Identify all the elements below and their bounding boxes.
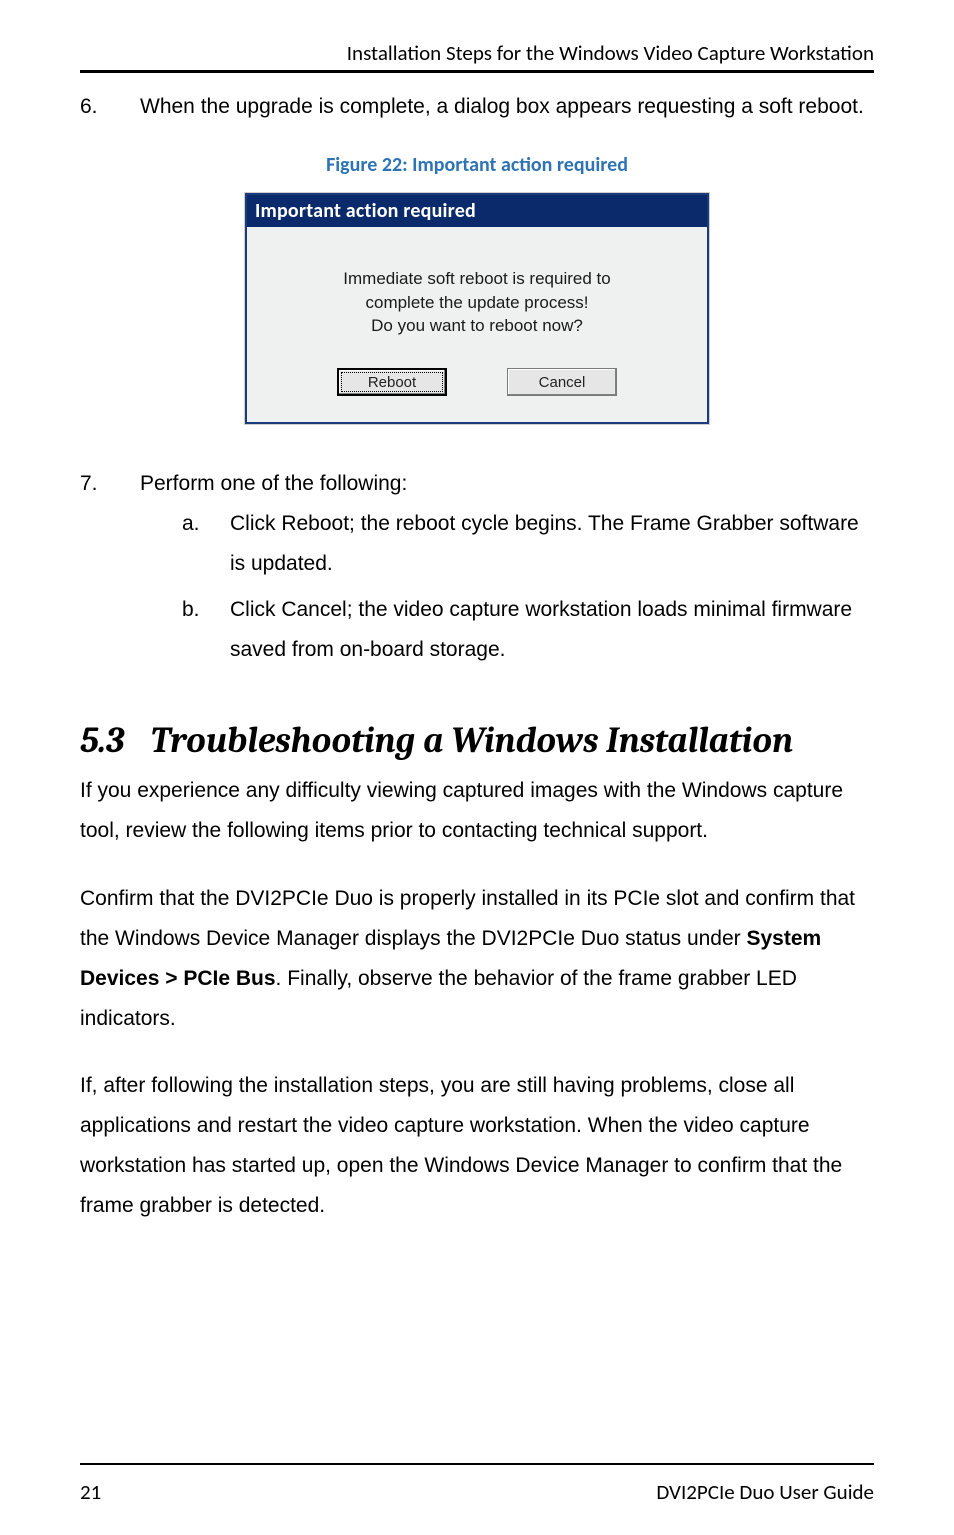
step-6: 6. When the upgrade is complete, a dialo… [80, 87, 874, 127]
running-header: Installation Steps for the Windows Video… [80, 40, 874, 73]
section-paragraph-2: Confirm that the DVI2PCIe Duo is properl… [80, 879, 874, 1039]
dialog-message-line-1: Immediate soft reboot is required to [277, 267, 677, 291]
cancel-button[interactable]: Cancel [507, 368, 617, 396]
ordered-list-numeric: 6. When the upgrade is complete, a dialo… [80, 87, 874, 127]
step-7-marker: 7. [80, 464, 110, 675]
step-7a: a. Click Reboot; the reboot cycle begins… [182, 504, 874, 584]
step-6-marker: 6. [80, 87, 110, 127]
page-number: 21 [80, 1479, 101, 1505]
dialog-message: Immediate soft reboot is required to com… [277, 267, 677, 338]
page-footer: 21 DVI2PCIe Duo User Guide [80, 1463, 874, 1505]
step-7b-marker: b. [182, 590, 206, 670]
section-number: 5.3 [80, 720, 124, 761]
step-7-content: Perform one of the following: a. Click R… [140, 464, 874, 675]
ordered-list-numeric-cont: 7. Perform one of the following: a. Clic… [80, 464, 874, 675]
step-7a-marker: a. [182, 504, 206, 584]
step-7b-text: Click Cancel; the video capture workstat… [230, 590, 874, 670]
step-7: 7. Perform one of the following: a. Clic… [80, 464, 874, 675]
section-paragraph-1: If you experience any difficulty viewing… [80, 771, 874, 851]
dialog-window: Important action required Immediate soft… [245, 193, 709, 424]
dialog-message-line-3: Do you want to reboot now? [277, 314, 677, 338]
dialog-figure: Important action required Immediate soft… [80, 193, 874, 424]
dialog-titlebar: Important action required [247, 195, 707, 227]
section-title: Troubleshooting a Windows Installation [150, 720, 793, 761]
footer-rule [80, 1463, 874, 1465]
figure-caption: Figure 22: Important action required [80, 153, 874, 177]
step-6-text: When the upgrade is complete, a dialog b… [140, 87, 864, 127]
step-7-text: Perform one of the following: [140, 464, 874, 504]
footer-row: 21 DVI2PCIe Duo User Guide [80, 1479, 874, 1505]
dialog-button-row: Reboot Cancel [277, 368, 677, 396]
step-7a-text: Click Reboot; the reboot cycle begins. T… [230, 504, 874, 584]
section-heading: 5.3 Troubleshooting a Windows Installatio… [80, 720, 874, 761]
section-paragraph-3: If, after following the installation ste… [80, 1066, 874, 1226]
guide-title: DVI2PCIe Duo User Guide [656, 1479, 874, 1505]
step-7b: b. Click Cancel; the video capture works… [182, 590, 874, 670]
dialog-body: Immediate soft reboot is required to com… [247, 227, 707, 422]
section-p2-part-a: Confirm that the DVI2PCIe Duo is properl… [80, 887, 855, 950]
reboot-button[interactable]: Reboot [337, 368, 447, 396]
dialog-message-line-2: complete the update process! [277, 291, 677, 315]
ordered-list-alpha: a. Click Reboot; the reboot cycle begins… [140, 504, 874, 670]
